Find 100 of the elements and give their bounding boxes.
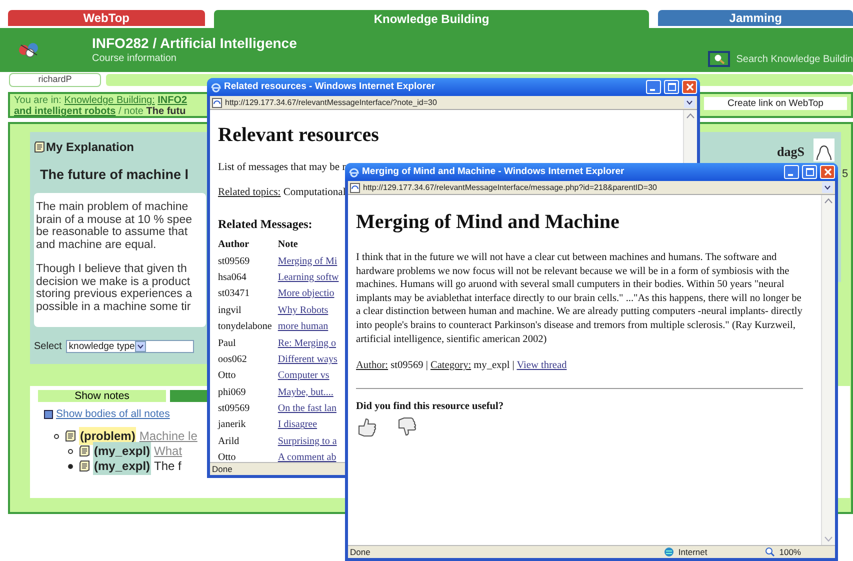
note-link[interactable]: Different ways: [278, 354, 338, 365]
search-button[interactable]: [708, 51, 730, 67]
caret-icon: [134, 341, 146, 352]
close-icon: [824, 168, 832, 176]
thumbs-down-icon[interactable]: [396, 416, 418, 438]
breadcrumb-link[interactable]: and intelligent robots: [14, 106, 116, 117]
note-count: 5: [842, 167, 848, 182]
breadcrumb-link[interactable]: Knowledge Building:: [64, 95, 155, 106]
maximize-button[interactable]: [664, 80, 679, 94]
address-text: http://129.177.34.67/relevantMessageInterface/?note_id=30: [225, 96, 438, 108]
note-link[interactable]: Maybe, but....: [278, 386, 334, 398]
meta-value: st09569: [390, 360, 424, 372]
close-button[interactable]: [682, 80, 697, 94]
note-link[interactable]: Why Robots: [278, 304, 328, 316]
breadcrumb-text: / note: [118, 106, 144, 117]
window-title: Related resources - Windows Internet Explorer: [224, 80, 436, 94]
ie-icon: [348, 166, 359, 178]
breadcrumb-link[interactable]: INFO2: [158, 95, 188, 106]
avatar-icon: [813, 138, 835, 162]
note-link[interactable]: Learning softw: [278, 272, 339, 283]
author-cell: st09569: [218, 252, 278, 270]
note-link[interactable]: More objectio: [278, 288, 334, 300]
note-link[interactable]: Computer vs: [278, 370, 330, 382]
column-header: Author: [218, 236, 278, 253]
address-bar[interactable]: http://129.177.34.67/relevantMessageInterface/?note_id=30: [210, 96, 697, 110]
maximize-icon: [668, 83, 676, 91]
body-text-line: Though I believe that given th: [36, 263, 187, 276]
maximize-button[interactable]: [802, 165, 817, 179]
minimize-button[interactable]: [784, 165, 799, 179]
topics-value: Computational: [283, 186, 346, 198]
message-body: I think that in the future we will not have a clear cut between machines and humans. The software and hardware problems we now focus will not be relevant because we will be in a form of symbiosis with the machines. Humans will go aruond with several small cumputers in their bodies. Within 50 years "neural implants may be aviablethat interface directly to our brain cells." ..."As this happens, there will no longer be a clear distinction between human and machine. We are already putting computers -neural implants- directly into people's brains to counteract Parkinson's disease and tremors from multiple sclerosis." (Ray Kurzweil, artificial intelligence, sientific american 2002): [356, 251, 804, 346]
body-text-line: The main problem of machine: [36, 201, 188, 214]
app-tab[interactable]: Jamming: [658, 10, 853, 26]
note-link[interactable]: I disagree: [278, 419, 318, 430]
search-icon: [713, 54, 726, 64]
note-icon: [65, 430, 76, 442]
maximize-icon: [806, 168, 814, 176]
meta-link[interactable]: Category:: [430, 360, 472, 372]
meta-value: my_expl: [474, 360, 510, 372]
note-type-label: My Explanation: [46, 139, 134, 156]
author-cell: Otto: [218, 368, 278, 384]
intro-text: List of messages that may be r: [218, 161, 346, 175]
logo-icon: [18, 42, 40, 58]
body-text-line: brain of a mouse at 10 % spee: [36, 214, 192, 226]
meta-link[interactable]: Author:: [356, 360, 388, 372]
show-bodies-link[interactable]: Show bodies of all notes: [56, 407, 170, 423]
page-icon: [350, 182, 360, 192]
note-link[interactable]: Surprising to a: [278, 436, 337, 447]
column-header: Note: [278, 238, 299, 252]
note-link[interactable]: On the fast lan: [278, 403, 336, 414]
page-icon: [212, 98, 222, 108]
breadcrumb-text: The futu: [146, 106, 186, 117]
body-text-line: possible in a machine some tir: [36, 300, 191, 314]
separator: |: [512, 360, 514, 372]
body-text-line: decision we make is a product: [36, 276, 190, 288]
author-cell: phi069: [218, 384, 278, 400]
course-subtitle: Course information: [92, 52, 178, 66]
address-bar[interactable]: http://129.177.34.67/relevantMessageInterface/message.php?id=218&parentID=30: [348, 181, 835, 195]
zoom-level[interactable]: 100%: [779, 546, 801, 558]
question-text: Did you find this resource useful?: [356, 400, 505, 414]
view-thread-link[interactable]: View thread: [516, 360, 567, 372]
author-name: dagS: [777, 143, 804, 161]
create-link-button[interactable]: Create link on WebTop: [704, 97, 847, 110]
body-text-line: be reasonable to assume that: [36, 226, 188, 239]
checkbox-icon[interactable]: [44, 410, 53, 420]
minimize-button[interactable]: [646, 80, 661, 94]
author-cell: st09569: [218, 400, 278, 417]
thumbs-up-icon[interactable]: [356, 416, 378, 438]
show-notes-tab[interactable]: Show notes: [38, 390, 166, 402]
author-cell: ingvil: [218, 302, 278, 318]
note-link[interactable]: A comment ab: [278, 452, 336, 464]
note-icon: [34, 141, 45, 153]
app-tab[interactable]: WebTop: [8, 10, 205, 26]
note-title: The f: [154, 458, 182, 476]
body-text-line: and machine are equal.: [36, 238, 156, 252]
page-heading: Relevant resources: [218, 123, 379, 148]
status-text: Done: [350, 546, 370, 558]
author-cell: tonydelabone: [218, 318, 278, 335]
close-button[interactable]: [820, 165, 835, 179]
knowledge-type-select[interactable]: knowledge type: [66, 340, 194, 354]
topics-link[interactable]: Related topics:: [218, 186, 281, 198]
window-title: Merging of Mind and Machine - Windows Internet Explorer: [362, 164, 626, 179]
course-title: INFO282 / Artificial Intelligence: [92, 34, 297, 50]
select-label: Select: [34, 340, 62, 354]
user-field[interactable]: richardP: [10, 74, 100, 86]
close-icon: [686, 83, 694, 91]
note-link[interactable]: Merging of Mi: [278, 256, 338, 267]
note-link[interactable]: more human: [278, 321, 328, 332]
author-cell: Arild: [218, 433, 278, 450]
zoom-icon[interactable]: [765, 547, 776, 557]
author-cell: janerik: [218, 416, 278, 434]
note-category: (my_expl): [93, 457, 152, 476]
author-cell: hsa064: [218, 269, 278, 286]
author-cell: st03471: [218, 286, 278, 302]
author-cell: Paul: [218, 334, 278, 352]
page-heading: Merging of Mind and Machine: [356, 210, 620, 235]
author-cell: oos062: [218, 351, 278, 368]
body-text-line: storing previous experiences a: [36, 288, 192, 301]
note-icon: [79, 445, 90, 458]
note-link[interactable]: Re: Merging o: [278, 338, 336, 349]
